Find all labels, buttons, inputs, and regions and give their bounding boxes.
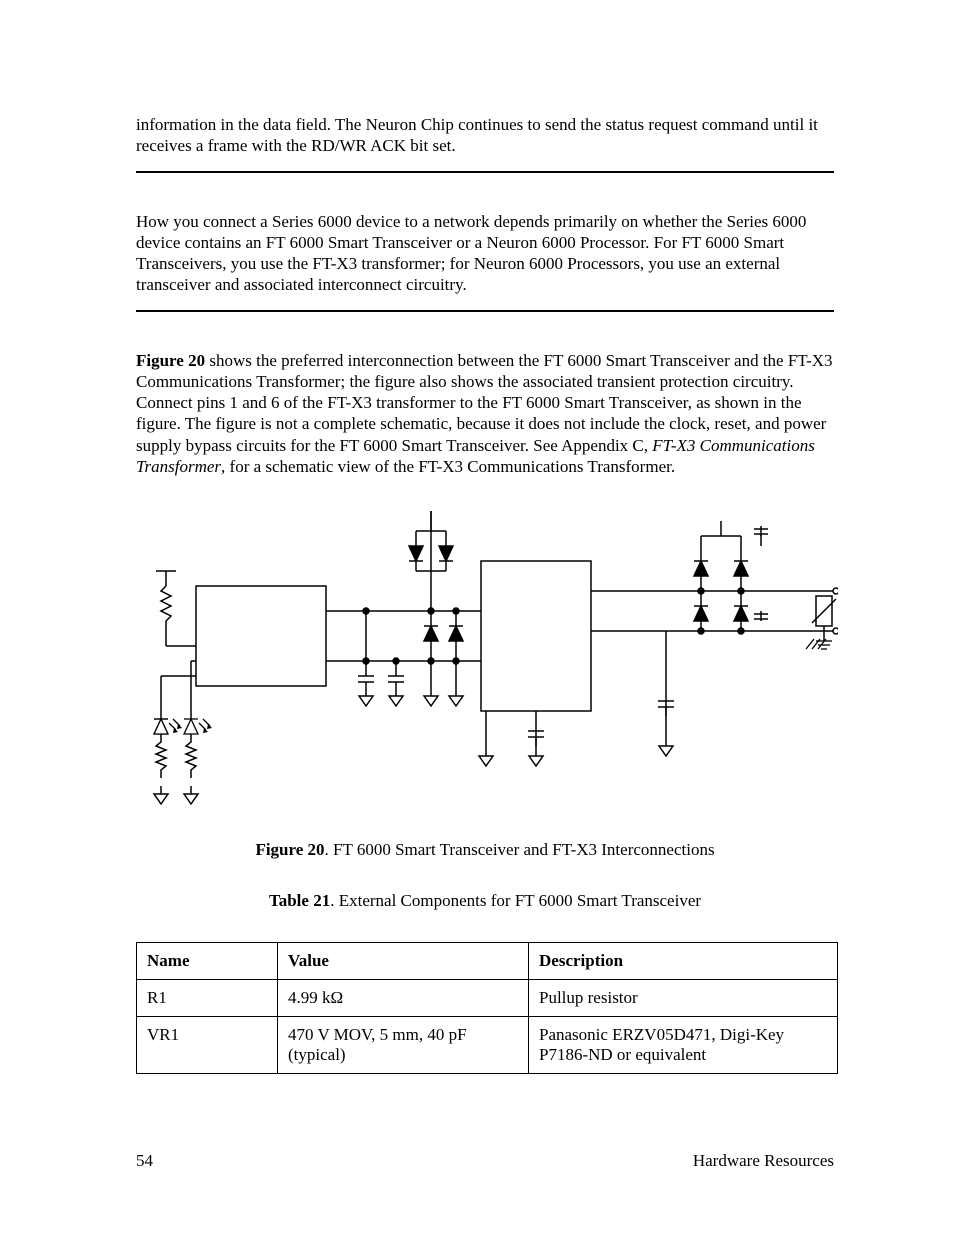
figure-caption: Figure 20. FT 6000 Smart Transceiver and… (136, 839, 834, 860)
section-divider (136, 310, 834, 312)
document-page: information in the data field. The Neuro… (0, 0, 954, 1235)
section-title: Hardware Resources (693, 1151, 834, 1171)
cell-name: R1 (137, 979, 278, 1016)
col-value: Value (278, 942, 529, 979)
cell-value: 4.99 kΩ (278, 979, 529, 1016)
page-number: 54 (136, 1151, 153, 1171)
text-run: , for a schematic view of the FT-X3 Comm… (221, 457, 675, 476)
figure-number: Figure 20 (255, 840, 324, 859)
table-number: Table 21 (269, 891, 330, 910)
components-table: Name Value Description R1 4.99 kΩ Pullup… (136, 942, 838, 1074)
paragraph-top: information in the data field. The Neuro… (136, 114, 834, 157)
table-header-row: Name Value Description (137, 942, 838, 979)
table-caption: Table 21. External Components for FT 600… (136, 890, 834, 911)
section-divider (136, 171, 834, 173)
table-row: VR1 470 V MOV, 5 mm, 40 pF (typical) Pan… (137, 1016, 838, 1073)
figure-title: . FT 6000 Smart Transceiver and FT-X3 In… (325, 840, 715, 859)
schematic-diagram (136, 491, 838, 821)
paragraph-network-intro: How you connect a Series 6000 device to … (136, 211, 834, 296)
figure-reference-inline: Figure 20 (136, 351, 205, 370)
col-description: Description (529, 942, 838, 979)
cell-value: 470 V MOV, 5 mm, 40 pF (typical) (278, 1016, 529, 1073)
cell-name: VR1 (137, 1016, 278, 1073)
paragraph-figure-description: Figure 20 shows the preferred interconne… (136, 350, 834, 478)
cell-desc: Pullup resistor (529, 979, 838, 1016)
col-name: Name (137, 942, 278, 979)
cell-desc: Panasonic ERZV05D471, Digi-Key P7186-ND … (529, 1016, 838, 1073)
page-footer: 54 Hardware Resources (136, 1151, 834, 1171)
table-title: . External Components for FT 6000 Smart … (330, 891, 701, 910)
table-row: R1 4.99 kΩ Pullup resistor (137, 979, 838, 1016)
